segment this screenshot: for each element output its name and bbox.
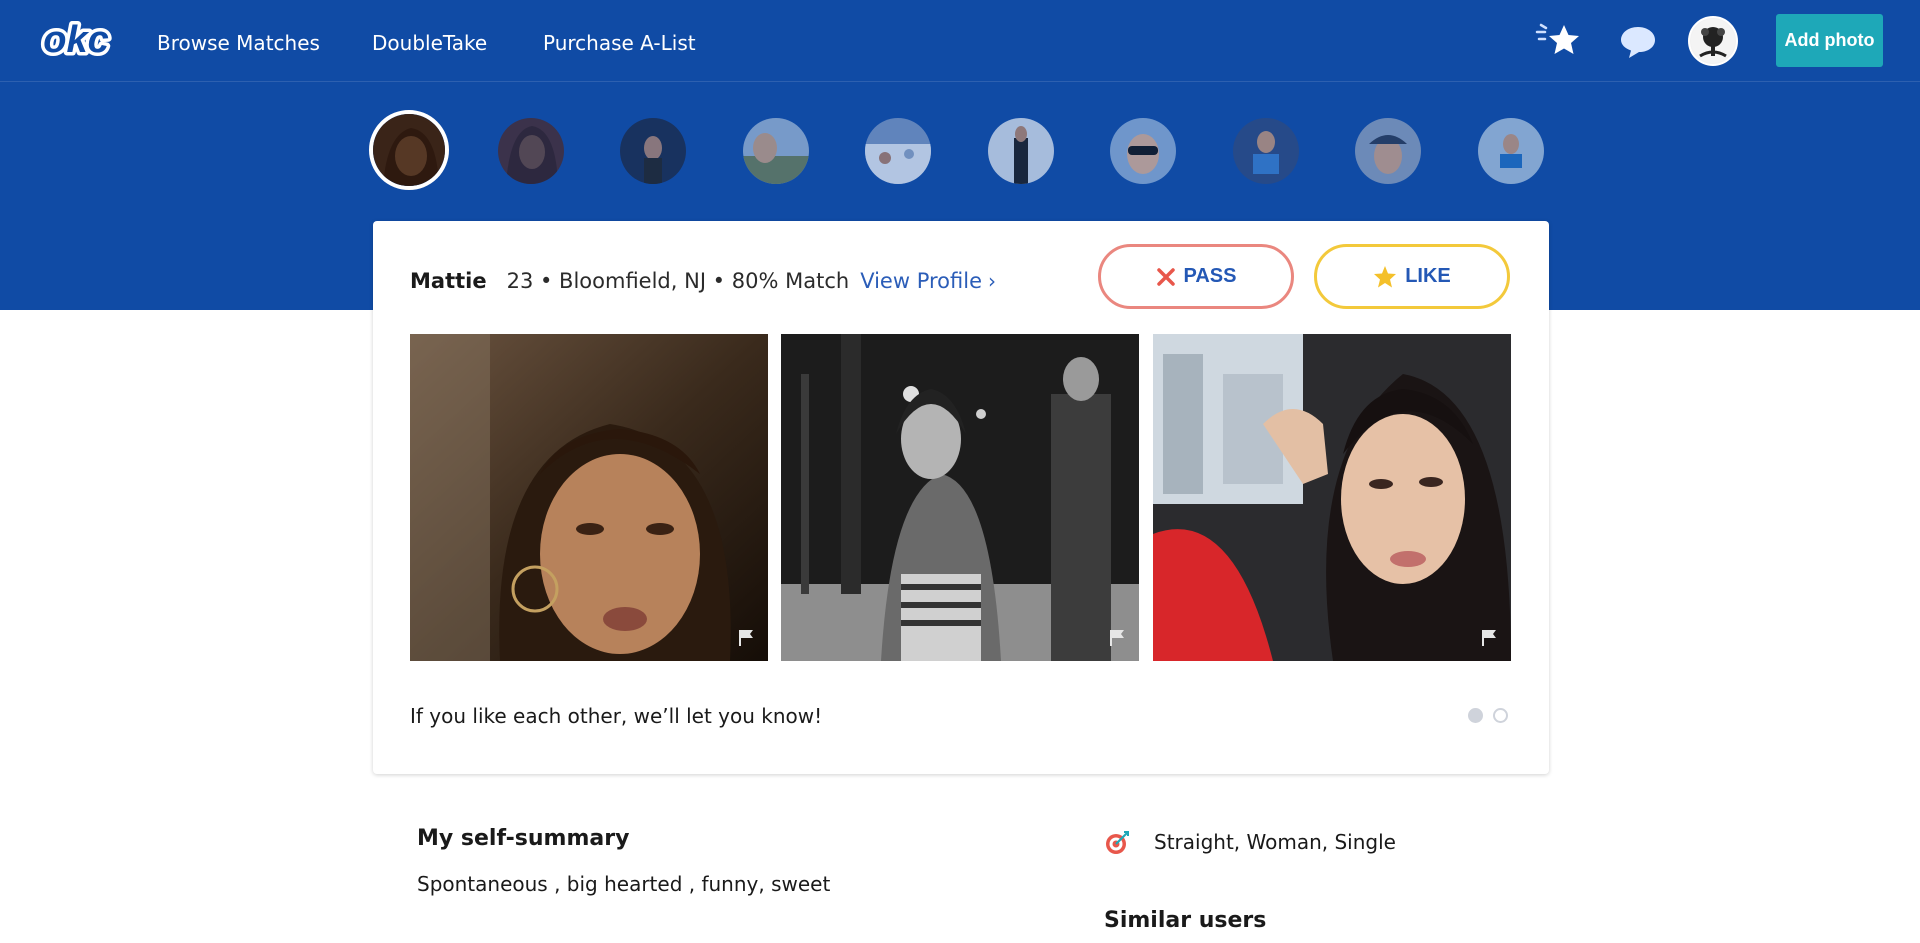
- top-nav: okc okc Browse Matches DoubleTake Purcha…: [0, 0, 1920, 82]
- okc-logo[interactable]: okc okc: [36, 18, 116, 62]
- self-summary-text: Spontaneous , big hearted , funny, sweet: [417, 872, 831, 896]
- carousel-avatar[interactable]: [1110, 118, 1176, 184]
- similar-users-title: Similar users: [1104, 908, 1267, 933]
- pass-button[interactable]: PASS: [1098, 244, 1294, 309]
- report-flag-icon[interactable]: [1109, 629, 1125, 647]
- carousel-avatar[interactable]: [988, 118, 1054, 184]
- star-icon: [1373, 265, 1397, 288]
- report-flag-icon[interactable]: [738, 629, 754, 647]
- chevron-right-icon: ›: [988, 269, 996, 293]
- profile-photo-1[interactable]: [410, 334, 768, 661]
- add-photo-button[interactable]: Add photo: [1776, 14, 1883, 67]
- carousel-avatar-active[interactable]: [369, 110, 449, 190]
- report-flag-icon[interactable]: [1481, 629, 1497, 647]
- nav-doubletake[interactable]: DoubleTake: [372, 31, 487, 55]
- match-name: Mattie: [410, 269, 487, 293]
- basic-details-text: Straight, Woman, Single: [1154, 830, 1396, 854]
- close-x-icon: [1156, 267, 1176, 287]
- like-label: LIKE: [1405, 265, 1451, 287]
- carousel-avatar[interactable]: [1355, 118, 1421, 184]
- svg-text:okc: okc: [43, 19, 108, 61]
- pager-dot[interactable]: [1493, 708, 1508, 723]
- self-summary-title: My self-summary: [417, 826, 630, 851]
- mutual-like-notice: If you like each other, we’ll let you kn…: [410, 704, 823, 728]
- match-meta: 23 • Bloomfield, NJ • 80% Match: [506, 269, 850, 293]
- messages-bubble-icon[interactable]: [1619, 25, 1657, 59]
- match-header: Mattie 23 • Bloomfield, NJ • 80% Match V…: [410, 266, 996, 296]
- profile-photo-2[interactable]: [781, 334, 1139, 661]
- nav-browse-matches[interactable]: Browse Matches: [157, 31, 320, 55]
- carousel-avatar[interactable]: [865, 118, 931, 184]
- carousel-avatar[interactable]: [1233, 118, 1299, 184]
- profile-photo-3[interactable]: [1153, 334, 1511, 661]
- likes-star-icon[interactable]: [1535, 22, 1581, 58]
- pager-dot-active[interactable]: [1468, 708, 1483, 723]
- target-icon: [1106, 831, 1129, 854]
- match-card: Mattie 23 • Bloomfield, NJ • 80% Match V…: [373, 221, 1549, 774]
- view-profile-label[interactable]: View Profile: [860, 269, 982, 293]
- carousel-avatar[interactable]: [498, 118, 564, 184]
- carousel-avatar[interactable]: [1478, 118, 1544, 184]
- carousel-avatar[interactable]: [743, 118, 809, 184]
- carousel-avatar[interactable]: [620, 118, 686, 184]
- pass-label: PASS: [1183, 265, 1237, 287]
- nav-purchase-a-list[interactable]: Purchase A-List: [543, 31, 696, 55]
- like-button[interactable]: LIKE: [1314, 244, 1510, 309]
- user-avatar[interactable]: [1688, 16, 1738, 66]
- view-profile-link[interactable]: View Profile ›: [860, 269, 996, 293]
